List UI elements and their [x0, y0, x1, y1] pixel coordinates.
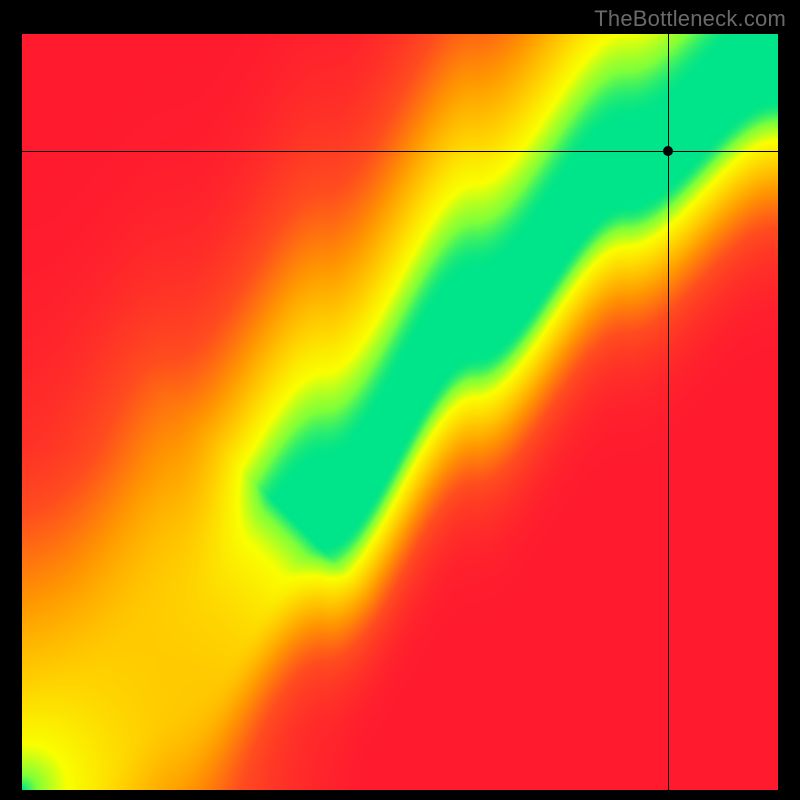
watermark-text: TheBottleneck.com	[594, 6, 786, 32]
chart-container: TheBottleneck.com	[0, 0, 800, 800]
plot-area	[22, 34, 778, 790]
marker-dot	[663, 146, 673, 156]
